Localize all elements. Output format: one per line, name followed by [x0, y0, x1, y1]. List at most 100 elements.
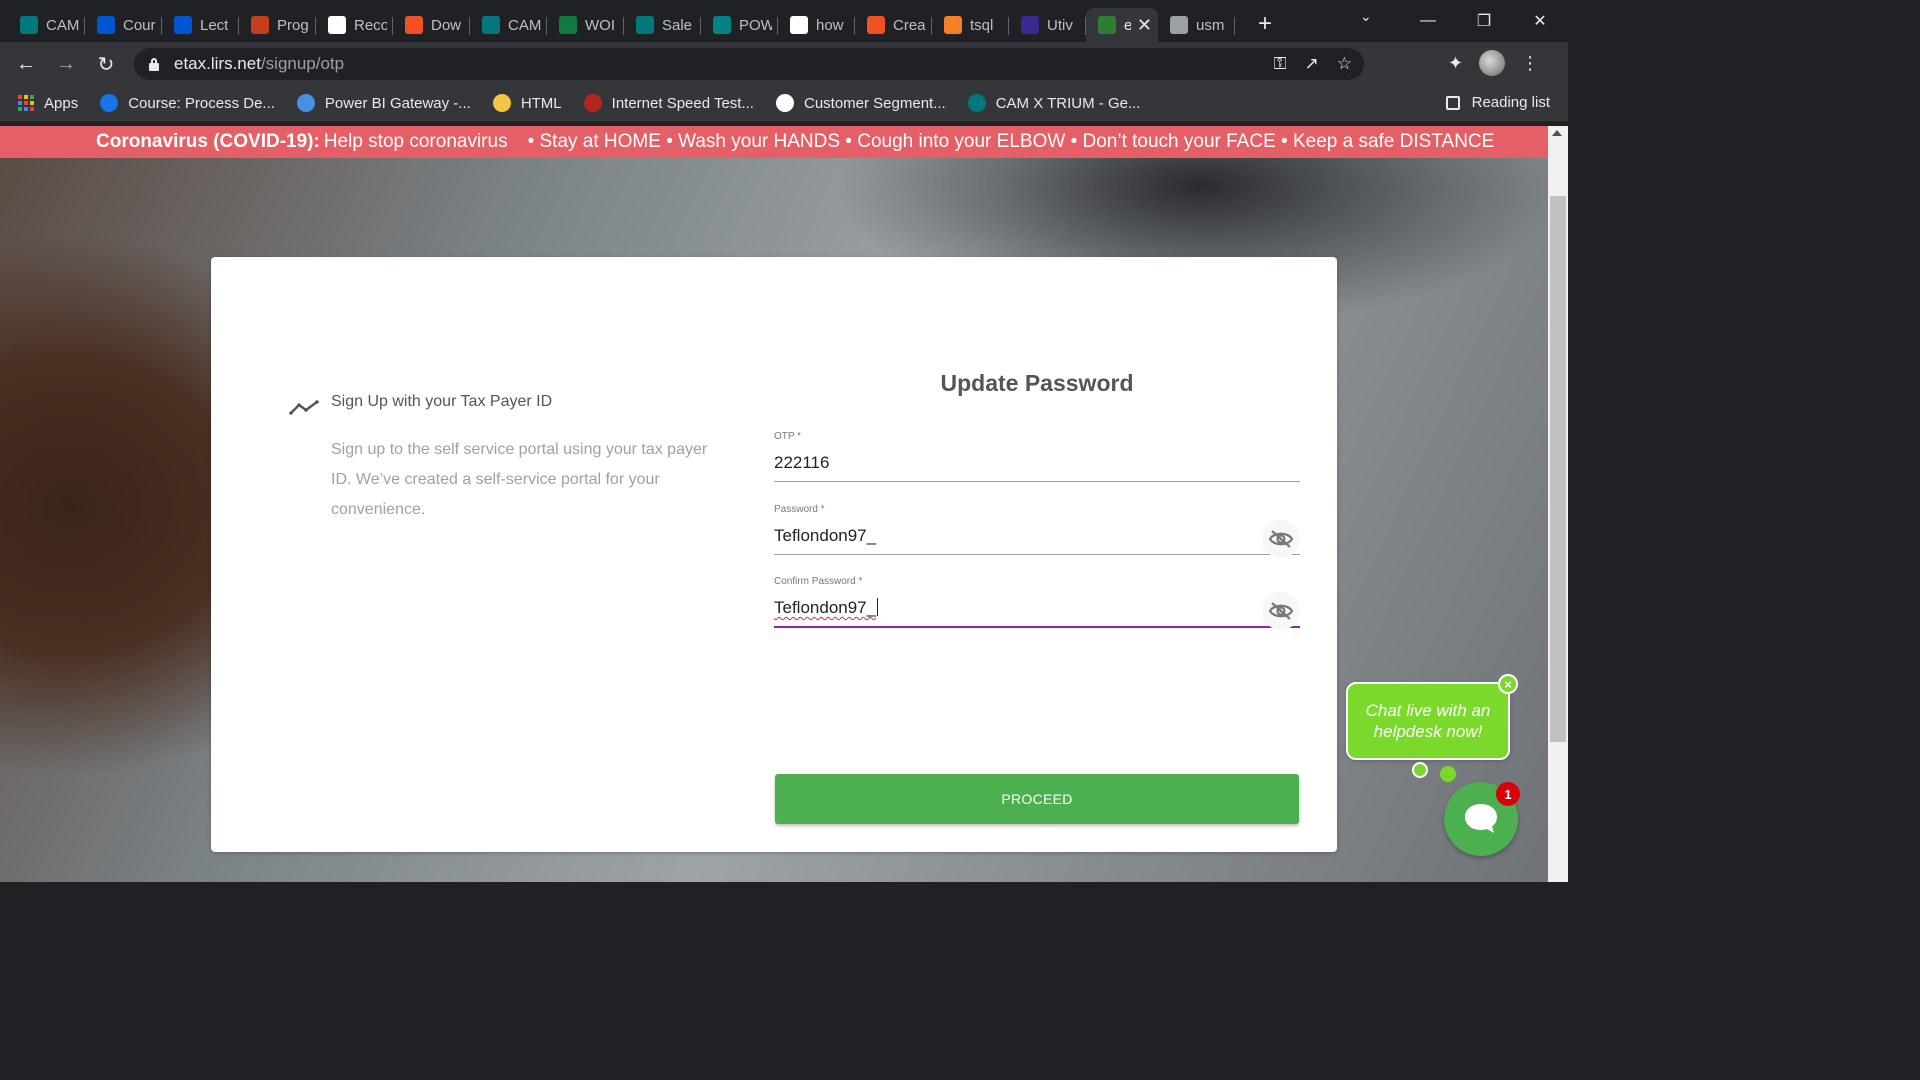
bookmark-label: CAM X TRIUM - Ge...	[995, 94, 1141, 112]
tab[interactable]: Reco	[316, 8, 393, 42]
tab[interactable]: tsql	[932, 8, 1009, 42]
page-scrollbar[interactable]	[1548, 126, 1568, 882]
toggle-confirm-visibility-button[interactable]	[1262, 592, 1300, 630]
reload-button[interactable]: ↻	[86, 52, 126, 77]
minimize-button[interactable]: —	[1400, 12, 1456, 30]
restore-button[interactable]: ❐	[1456, 11, 1512, 31]
reading-list-label: Reading list	[1471, 94, 1550, 111]
tab-title: tsql	[970, 16, 994, 34]
scroll-up-arrow-icon[interactable]	[1552, 130, 1562, 136]
otp-input[interactable]: 222116	[774, 453, 829, 473]
confirm-password-input[interactable]: Teflondon97_	[774, 598, 879, 618]
tab-list: CAM Cour Lect Prog Reco Dow CAM WOI Sale POW how Cr…	[0, 0, 1277, 42]
tab[interactable]: WOI	[547, 8, 624, 42]
chat-bubble-tail-dot	[1440, 766, 1456, 782]
extensions-puzzle-icon[interactable]: ✦	[1448, 53, 1463, 74]
share-icon[interactable]: ↗	[1305, 54, 1319, 74]
tab-title: CAM	[46, 16, 79, 34]
tab-active[interactable]: e ✕	[1086, 8, 1158, 42]
bookmark-item[interactable]: Power BI Gateway -...	[296, 94, 471, 112]
sharepoint-icon	[967, 94, 986, 112]
signup-card: Sign Up with your Tax Payer ID Sign up t…	[211, 257, 1337, 852]
powerpoint-icon	[251, 16, 269, 34]
otp-field[interactable]: OTP * 222116	[774, 431, 1300, 482]
chat-prompt-bubble[interactable]: Chat live with an helpdesk now! ×	[1346, 674, 1518, 760]
reading-list-button[interactable]: Reading list	[1445, 94, 1550, 111]
excel-icon	[559, 16, 577, 34]
banner-tips: • Stay at HOME • Wash your HANDS • Cough…	[527, 131, 1495, 152]
utiva-icon	[1021, 16, 1039, 34]
password-input[interactable]: Teflondon97_	[774, 526, 876, 546]
toggle-password-visibility-button[interactable]	[1262, 520, 1300, 558]
chat-prompt-text: Chat live with an helpdesk now!	[1365, 701, 1491, 741]
confirm-password-field[interactable]: Confirm Password * Teflondon97_	[774, 576, 1300, 630]
bookmarks-bar: Apps Course: Process De... Power BI Gatewa…	[0, 86, 1568, 121]
tab-title: usm	[1196, 16, 1225, 34]
key-icon[interactable]: ⚿	[1274, 54, 1287, 74]
tab-title: CAM	[508, 16, 541, 34]
tab-title: WOI	[585, 16, 615, 34]
bookmark-label: Internet Speed Test...	[611, 94, 754, 112]
covid-banner: Coronavirus (COVID-19): Help stop corona…	[0, 126, 1548, 158]
bookmark-item[interactable]: CAM X TRIUM - Ge...	[967, 94, 1141, 112]
forms-icon	[713, 16, 731, 34]
tab[interactable]: how	[778, 8, 855, 42]
speedometer-icon	[583, 94, 602, 112]
back-button[interactable]: ←	[6, 53, 46, 76]
tab[interactable]: Lect	[162, 8, 239, 42]
tab[interactable]: Prog	[239, 8, 316, 42]
password-label: Password *	[774, 504, 825, 515]
banner-text: Help stop coronavirus	[323, 131, 508, 152]
scroll-thumb[interactable]	[1550, 196, 1566, 742]
tab[interactable]: CAM	[8, 8, 85, 42]
close-window-button[interactable]: ✕	[1512, 11, 1568, 31]
reading-list-icon	[1445, 95, 1460, 110]
bookmark-item[interactable]: Course: Process De...	[100, 94, 275, 112]
sharepoint-icon	[482, 16, 500, 34]
folder-icon	[492, 94, 511, 112]
tab[interactable]: Sale	[624, 8, 701, 42]
browser-tab-strip: CAM Cour Lect Prog Reco Dow CAM WOI Sale POW how Cr…	[0, 0, 1568, 42]
proceed-button[interactable]: PROCEED	[775, 774, 1299, 824]
bookmark-item[interactable]: HTML	[492, 94, 562, 112]
chat-prompt-close-button[interactable]: ×	[1498, 674, 1518, 694]
sharepoint-icon	[20, 16, 38, 34]
close-tab-icon[interactable]: ✕	[1137, 15, 1152, 36]
menu-kebab-icon[interactable]: ⋮	[1521, 53, 1539, 74]
lock-icon[interactable]	[148, 57, 160, 71]
forward-button[interactable]: →	[46, 53, 86, 76]
tab[interactable]: Utiv	[1009, 8, 1086, 42]
address-bar[interactable]: etax.lirs.net/signup/otp ⚿ ↗ ☆	[134, 48, 1364, 80]
eye-off-icon	[1268, 530, 1294, 548]
new-tab-button[interactable]: +	[1253, 10, 1277, 38]
github-icon	[775, 94, 794, 112]
star-bookmark-icon[interactable]: ☆	[1337, 54, 1352, 74]
tab[interactable]: Dow	[393, 8, 470, 42]
bookmark-label: Apps	[44, 94, 79, 112]
tab[interactable]: CAM	[470, 8, 547, 42]
profile-avatar[interactable]	[1479, 50, 1506, 76]
globe-icon	[1170, 16, 1188, 34]
bookmark-item[interactable]: Internet Speed Test...	[583, 94, 754, 112]
text-caret	[877, 598, 879, 616]
password-field[interactable]: Password * Teflondon97_	[774, 504, 1300, 558]
bookmark-item[interactable]: Apps	[18, 95, 78, 112]
tab[interactable]: POW	[701, 8, 778, 42]
google-icon	[790, 16, 808, 34]
tab-search-chevron-icon[interactable]: ⌄	[1360, 8, 1372, 25]
chat-launcher-button[interactable]: 1	[1444, 782, 1520, 856]
update-password-form: Update Password OTP * 222116 Password * …	[774, 367, 1300, 824]
microsoft-icon	[405, 16, 423, 34]
stackoverflow-icon	[944, 16, 962, 34]
chat-bubble-tail	[1412, 762, 1428, 778]
tab[interactable]: Cour	[85, 8, 162, 42]
microsoft-icon	[867, 16, 885, 34]
tab-title: Reco	[354, 16, 387, 34]
url-host: etax.lirs.net	[174, 54, 261, 73]
bookmark-item[interactable]: Customer Segment...	[775, 94, 946, 112]
tab[interactable]: usm	[1158, 8, 1235, 42]
banner-strong-text: Coronavirus (COVID-19):	[96, 131, 320, 152]
tab[interactable]: Crea	[855, 8, 932, 42]
url-path: /signup/otp	[260, 54, 345, 73]
tab-title: Sale	[662, 16, 693, 34]
